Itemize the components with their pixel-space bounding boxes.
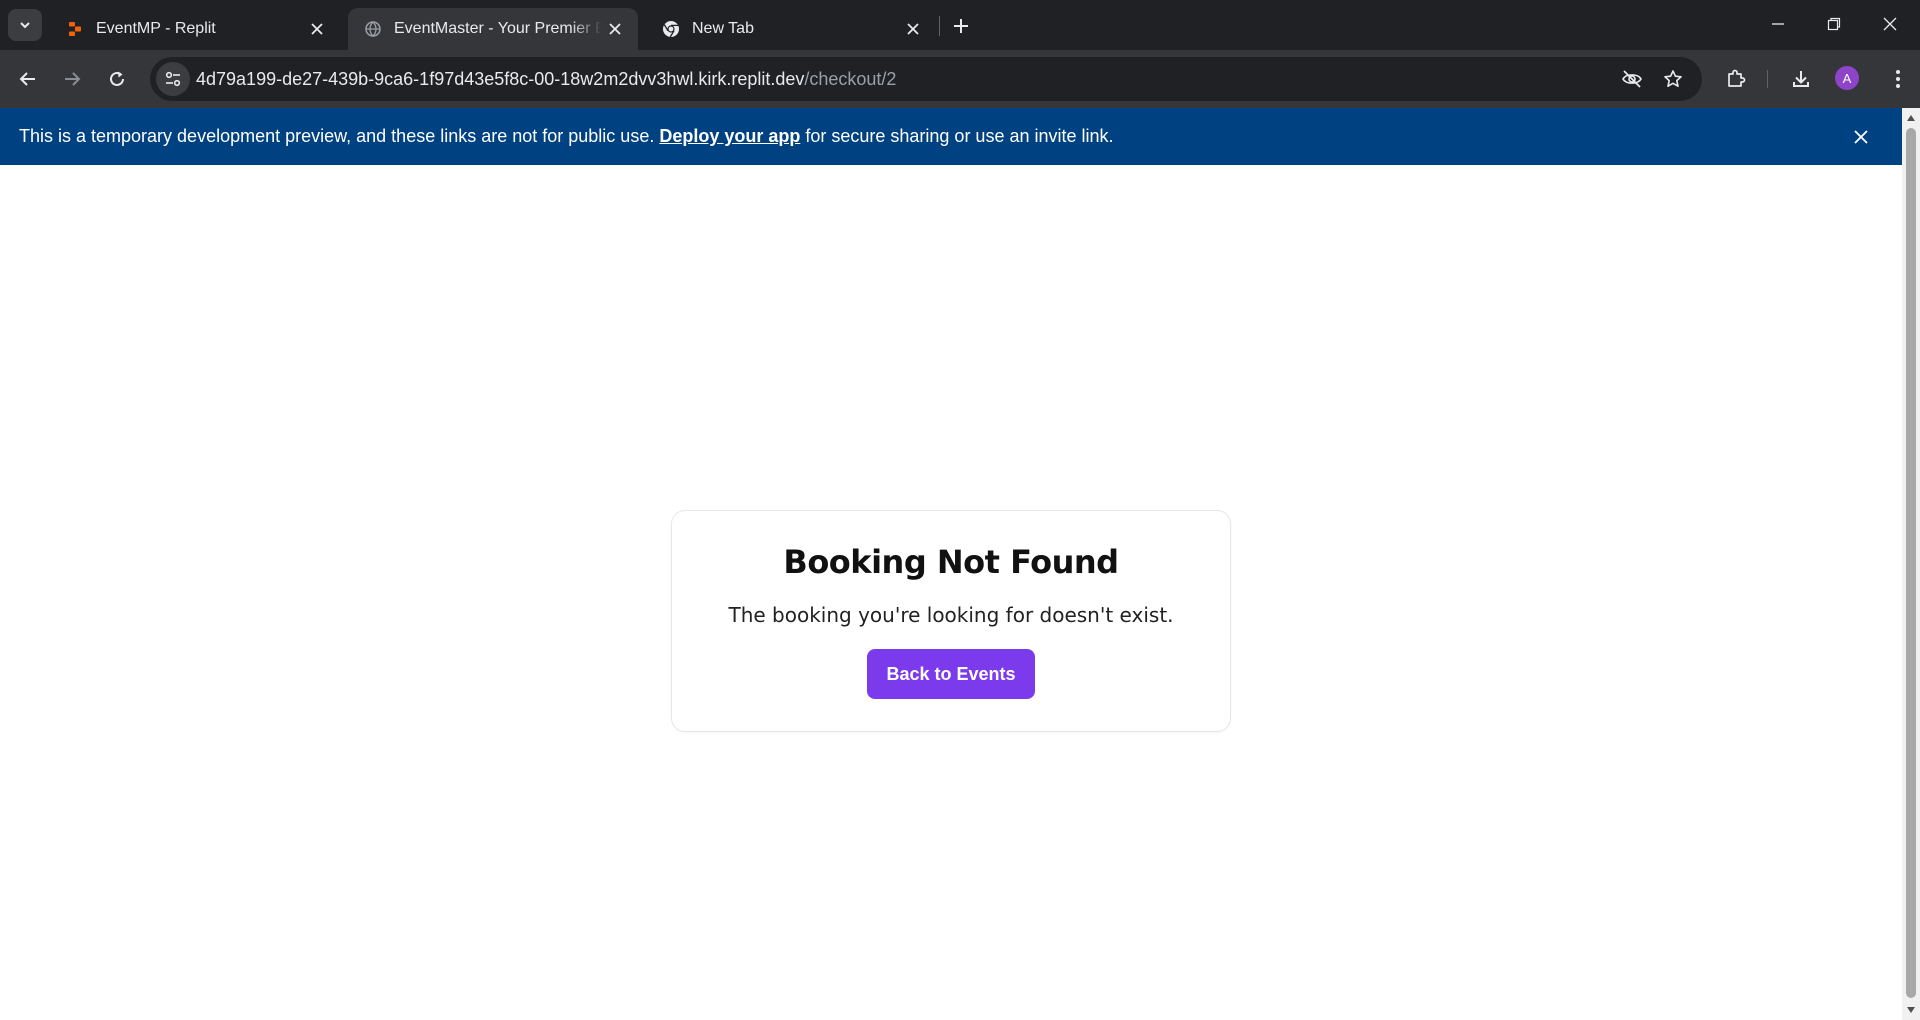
star-icon — [1664, 70, 1682, 87]
address-bar[interactable]: 4d79a199-de27-439b-9ca6-1f97d43e5f8c-00-… — [150, 57, 1702, 101]
tab-new-tab[interactable]: New Tab — [646, 8, 936, 50]
tab-title: EventMaster - Your Premier Eve — [394, 20, 602, 37]
tab-search-button[interactable] — [8, 9, 42, 41]
banner-text-end: for secure sharing or use an invite link… — [805, 126, 1114, 146]
dev-preview-banner: This is a temporary development preview,… — [0, 108, 1902, 165]
scroll-down-arrow[interactable] — [1902, 1002, 1920, 1018]
deploy-app-link[interactable]: Deploy your app — [659, 126, 800, 147]
profile-avatar[interactable]: A — [1835, 66, 1859, 90]
card-title: Booking Not Found — [783, 543, 1119, 581]
site-info-button[interactable] — [156, 62, 190, 96]
page-content: Booking Not Found The booking you're loo… — [0, 165, 1902, 1020]
tab-title: New Tab — [692, 20, 754, 37]
tab-eventmaster[interactable]: EventMaster - Your Premier Eve — [348, 8, 638, 50]
tab-eventmp-replit[interactable]: EventMP - Replit — [50, 8, 340, 50]
browser-toolbar: 4d79a199-de27-439b-9ca6-1f97d43e5f8c-00-… — [0, 50, 1920, 108]
puzzle-icon — [1728, 69, 1746, 87]
reload-button[interactable] — [99, 61, 135, 97]
page-scrollbar[interactable] — [1902, 108, 1920, 1020]
close-icon — [1883, 17, 1897, 31]
tracking-protection-button[interactable] — [1617, 64, 1647, 94]
arrow-left-icon — [19, 72, 35, 86]
scroll-thumb[interactable] — [1906, 128, 1916, 998]
back-to-events-button[interactable]: Back to Events — [867, 649, 1035, 699]
url-text[interactable]: 4d79a199-de27-439b-9ca6-1f97d43e5f8c-00-… — [196, 57, 896, 101]
forward-button[interactable] — [54, 61, 90, 97]
globe-icon — [364, 20, 382, 38]
toolbar-separator — [1767, 70, 1768, 88]
triangle-up-icon — [1907, 115, 1915, 121]
scroll-up-arrow[interactable] — [1902, 110, 1920, 126]
download-icon — [1793, 71, 1809, 87]
chrome-icon — [662, 20, 680, 38]
extensions-button[interactable] — [1718, 61, 1754, 97]
replit-icon — [66, 20, 84, 38]
url-path: /checkout/2 — [804, 69, 897, 89]
chevron-down-icon — [20, 22, 30, 29]
minimize-icon — [1772, 23, 1784, 25]
close-tab-icon[interactable] — [900, 16, 926, 42]
card-message: The booking you're looking for doesn't e… — [728, 603, 1174, 627]
reload-icon — [110, 71, 124, 86]
banner-close-button[interactable] — [1848, 124, 1874, 150]
downloads-button[interactable] — [1783, 61, 1819, 97]
close-icon — [1854, 130, 1868, 144]
arrow-right-icon — [65, 72, 81, 86]
close-window-button[interactable] — [1862, 0, 1918, 48]
menu-button[interactable] — [1880, 61, 1916, 97]
booking-not-found-card: Booking Not Found The booking you're loo… — [671, 510, 1231, 732]
tab-strip: EventMP - Replit EventMaster - Your Prem… — [0, 0, 1920, 50]
triangle-down-icon — [1907, 1007, 1915, 1013]
tune-icon — [165, 71, 181, 87]
close-tab-icon[interactable] — [602, 16, 628, 42]
banner-text: This is a temporary development preview,… — [19, 126, 655, 146]
minimize-button[interactable] — [1750, 0, 1806, 48]
back-button[interactable] — [10, 61, 46, 97]
bookmark-button[interactable] — [1658, 64, 1688, 94]
more-vert-icon — [1896, 70, 1900, 88]
restore-button[interactable] — [1806, 0, 1862, 48]
new-tab-button[interactable] — [946, 12, 976, 40]
restore-icon — [1827, 17, 1841, 31]
tab-separator — [939, 16, 940, 36]
tab-title: EventMP - Replit — [96, 20, 216, 37]
url-host: 4d79a199-de27-439b-9ca6-1f97d43e5f8c-00-… — [196, 69, 805, 89]
plus-icon — [954, 19, 968, 33]
close-tab-icon[interactable] — [304, 16, 330, 42]
eye-off-icon — [1622, 70, 1642, 88]
